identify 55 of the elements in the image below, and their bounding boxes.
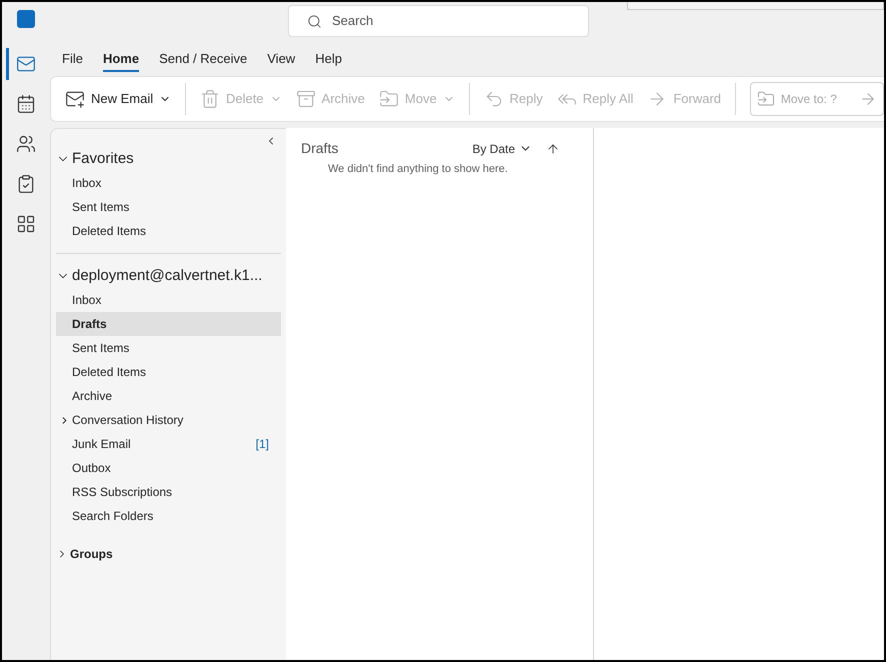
- menu-tab[interactable]: Home: [102, 48, 140, 72]
- folder-name: Deleted Items: [72, 223, 148, 240]
- unread-count: [1]: [256, 436, 269, 453]
- folder-name: Drafts: [72, 316, 108, 333]
- folder-name: Inbox: [72, 292, 102, 309]
- folder-name: Archive: [72, 388, 114, 405]
- list-title: Drafts: [301, 139, 340, 158]
- folder-item[interactable]: Inbox: [56, 288, 281, 312]
- folder-item[interactable]: RSS Subscriptions: [56, 480, 281, 504]
- folder-name: Junk Email: [72, 436, 132, 453]
- mail-icon[interactable]: [16, 54, 36, 74]
- folder-name: Outbox: [72, 460, 112, 477]
- folder-item[interactable]: Junk Email [1]: [56, 432, 281, 456]
- archive-icon: [296, 89, 316, 109]
- folder-name: Deleted Items: [72, 364, 148, 381]
- folder-item[interactable]: Outbox: [56, 456, 281, 480]
- menu-tab[interactable]: View: [267, 48, 296, 72]
- search-icon: [307, 14, 322, 28]
- folder-group-header[interactable]: Groups: [56, 542, 281, 566]
- new-email-icon: [65, 89, 85, 109]
- menu-tab[interactable]: File: [62, 48, 83, 72]
- folder-name: Search Folders: [72, 508, 154, 525]
- group-name: Favorites: [72, 148, 134, 169]
- empty-message: We didn't find anything to show here.: [328, 162, 509, 177]
- folder-item[interactable]: Search Folders: [56, 504, 281, 528]
- folder-group-header[interactable]: deployment@calvertnet.k1...: [56, 264, 281, 288]
- people-icon[interactable]: [16, 134, 36, 154]
- folder-item[interactable]: Deleted Items: [56, 219, 281, 243]
- folder-item[interactable]: Sent Items: [56, 336, 281, 360]
- tasks-icon[interactable]: [16, 174, 36, 194]
- folder-item[interactable]: Drafts: [56, 312, 281, 336]
- folder-name: Conversation History: [72, 412, 184, 429]
- folder-item[interactable]: Archive: [56, 384, 281, 408]
- sort-button[interactable]: By Date: [472, 140, 532, 158]
- folder-item[interactable]: Inbox: [56, 171, 281, 195]
- folder-group-header[interactable]: Favorites: [56, 147, 281, 171]
- search-field[interactable]: Search: [288, 5, 589, 37]
- group-name: deployment@calvertnet.k1...: [72, 266, 262, 286]
- quick-step-label: Move to: ?: [780, 91, 838, 108]
- folder-item[interactable]: Conversation History: [56, 408, 281, 432]
- folder-name: Inbox: [72, 175, 102, 192]
- group-name: Groups: [70, 546, 113, 563]
- folder-name: Sent Items: [72, 340, 130, 357]
- delete-icon: [200, 89, 220, 109]
- apps-icon[interactable]: [16, 214, 36, 234]
- new-email-button[interactable]: New Email: [65, 89, 172, 109]
- move-icon: [378, 89, 399, 109]
- folder-item[interactable]: Sent Items: [56, 195, 281, 219]
- move-icon: [756, 90, 775, 108]
- folder-name: RSS Subscriptions: [72, 484, 174, 501]
- calendar-icon[interactable]: [16, 94, 36, 114]
- folder-name: Sent Items: [72, 199, 130, 216]
- folder-item[interactable]: Deleted Items: [56, 360, 281, 384]
- menu-tab[interactable]: Help: [315, 48, 342, 72]
- menu-tab[interactable]: Send / Receive: [159, 48, 248, 72]
